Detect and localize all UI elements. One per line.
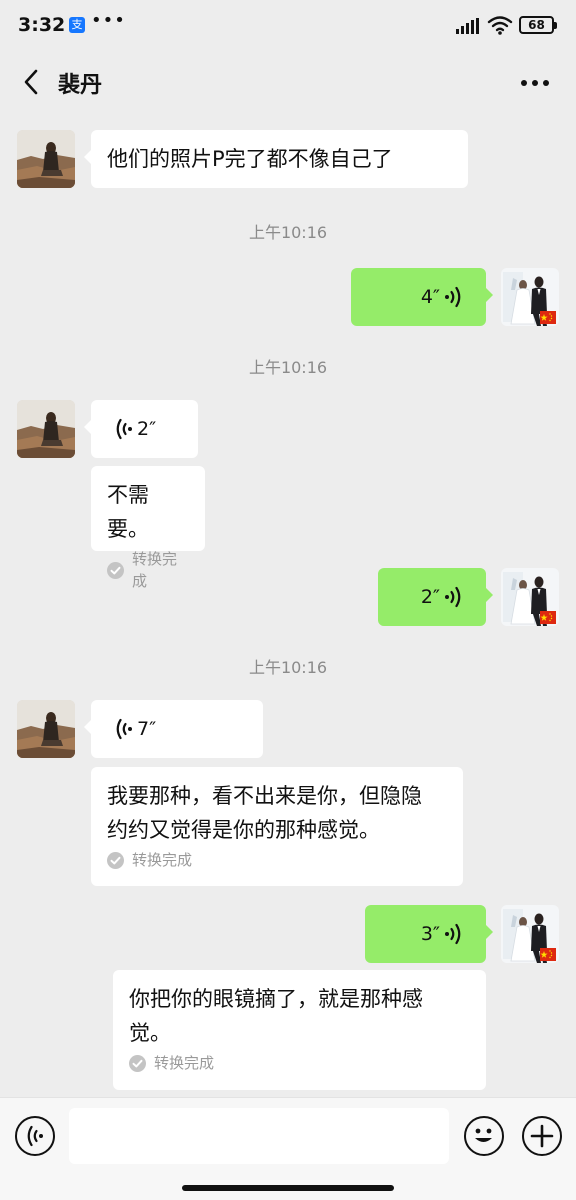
transcript-text-line: 我要那种，看不出来是你，但隐隐 bbox=[107, 784, 422, 808]
smiley-icon bbox=[475, 1128, 492, 1142]
message-timestamp: 上午10:16 bbox=[248, 358, 328, 377]
my-avatar[interactable] bbox=[501, 568, 559, 626]
chat-header: 裴丹 bbox=[0, 50, 576, 114]
voice-duration: 2″ bbox=[137, 418, 157, 440]
status-time: 3:32 bbox=[18, 14, 66, 36]
more-dots-icon bbox=[521, 80, 549, 86]
chat-title: 裴丹 bbox=[58, 73, 103, 98]
message-text: 他们的照片P完了都不像自己了 bbox=[107, 147, 393, 171]
wifi-icon bbox=[487, 15, 513, 39]
battery-icon: 68 bbox=[519, 16, 557, 34]
voice-duration: 3″ bbox=[420, 923, 440, 945]
message-input[interactable] bbox=[69, 1108, 449, 1164]
voice-message-incoming[interactable]: 2″ bbox=[84, 400, 198, 458]
message-timestamp: 上午10:16 bbox=[248, 223, 328, 242]
my-avatar[interactable] bbox=[501, 268, 559, 326]
back-button[interactable] bbox=[14, 64, 48, 100]
check-circle-icon bbox=[129, 1054, 146, 1072]
emoji-button[interactable] bbox=[464, 1116, 504, 1156]
transcript-status-label: 转换完成 bbox=[154, 1054, 215, 1072]
voice-duration: 2″ bbox=[420, 586, 440, 608]
voice-mode-button[interactable] bbox=[15, 1116, 55, 1156]
signal-icon bbox=[456, 18, 480, 38]
voice-transcript[interactable]: 不需要。 转换完成 bbox=[91, 466, 205, 590]
transcript-text-line: 你把你的眼镜摘了，就是那种感 bbox=[129, 987, 423, 1011]
transcript-status-label: 转换完成 bbox=[132, 851, 193, 869]
transcript-text-line: 约约又觉得是你的那种感觉。 bbox=[107, 818, 380, 842]
contact-avatar[interactable] bbox=[17, 130, 75, 188]
voice-message-incoming[interactable]: 7″ bbox=[84, 700, 263, 758]
transcript-status: 转换完成 bbox=[107, 849, 447, 871]
transcript-status: 转换完成 bbox=[107, 548, 189, 592]
check-circle-icon bbox=[107, 851, 124, 869]
status-bar: 3:32 支 ••• 68 bbox=[0, 0, 576, 50]
more-button[interactable] bbox=[514, 68, 556, 98]
chevron-left-icon bbox=[24, 69, 38, 95]
transcript-status-label: 转换完成 bbox=[132, 550, 178, 590]
voice-message-outgoing[interactable]: 3″ bbox=[365, 905, 493, 963]
voice-wave-icon bbox=[444, 586, 462, 608]
alipay-notification-icon: 支 bbox=[69, 17, 85, 33]
more-functions-button[interactable] bbox=[522, 1116, 562, 1156]
voice-transcript[interactable]: 我要那种，看不出来是你，但隐隐 约约又觉得是你的那种感觉。 转换完成 bbox=[91, 767, 463, 886]
voice-wave-icon bbox=[444, 923, 462, 945]
transcript-status: 转换完成 bbox=[129, 1052, 470, 1074]
voice-message-outgoing[interactable]: 2″ bbox=[378, 568, 493, 626]
chat-input-bar bbox=[0, 1097, 576, 1200]
home-indicator[interactable] bbox=[182, 1185, 394, 1191]
message-timestamp: 上午10:16 bbox=[248, 658, 328, 677]
voice-wave-icon bbox=[115, 418, 133, 440]
check-circle-icon bbox=[107, 561, 124, 579]
contact-avatar[interactable] bbox=[17, 400, 75, 458]
voice-mode-icon bbox=[26, 1125, 44, 1147]
transcript-text-line: 觉。 bbox=[129, 1021, 171, 1045]
contact-avatar[interactable] bbox=[17, 700, 75, 758]
message-bubble-incoming[interactable]: 他们的照片P完了都不像自己了 bbox=[84, 130, 468, 188]
voice-duration: 4″ bbox=[420, 286, 440, 308]
voice-wave-icon bbox=[444, 286, 462, 308]
transcript-text: 不需要。 bbox=[107, 483, 149, 541]
my-avatar[interactable] bbox=[501, 905, 559, 963]
plus-icon bbox=[530, 1124, 554, 1148]
voice-duration: 7″ bbox=[137, 718, 157, 740]
voice-transcript[interactable]: 你把你的眼镜摘了，就是那种感 觉。 转换完成 bbox=[113, 970, 486, 1090]
more-notifications-icon: ••• bbox=[91, 10, 126, 31]
voice-wave-icon bbox=[115, 718, 133, 740]
voice-message-outgoing[interactable]: 4″ bbox=[351, 268, 493, 326]
